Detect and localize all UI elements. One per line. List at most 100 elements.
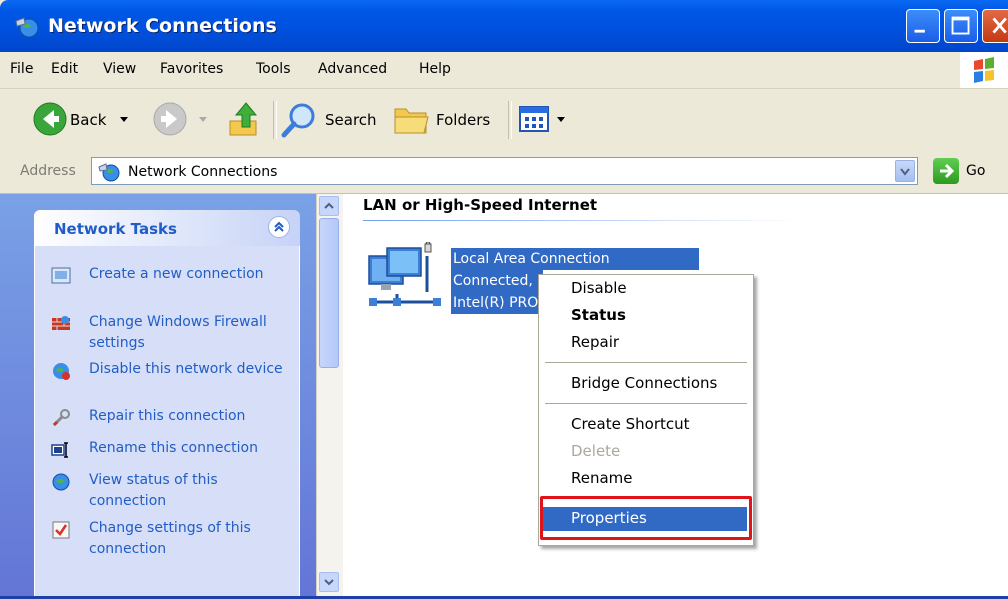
network-tasks-header[interactable]: Network Tasks [34,210,300,246]
maximize-icon [951,16,970,35]
menu-create-shortcut[interactable]: Create Shortcut [543,413,747,437]
group-title: LAN or High-Speed Internet [363,196,598,214]
group-divider [363,220,803,221]
toolbar-separator [508,101,512,139]
menu-status[interactable]: Status [543,304,747,328]
menu-delete[interactable]: Delete [543,440,747,464]
views-icon [519,106,549,132]
menu-help[interactable]: Help [419,61,451,77]
connection-name[interactable]: Local Area Connection [451,248,699,270]
menu-separator [545,362,747,363]
menu-item-label: Rename [571,469,633,487]
go-label[interactable]: Go [966,163,985,179]
scroll-thumb[interactable] [319,218,339,368]
menu-separator [545,403,747,404]
menu-item-label: Repair [571,333,620,351]
toolbar-separator [273,101,277,139]
task-rename-connection[interactable]: Rename this connection [51,438,291,464]
search-button[interactable]: Search [280,89,384,151]
connection-device[interactable]: Intel(R) PRO [451,292,543,314]
standard-toolbar: Back Search Folders [0,89,1008,152]
menu-item-label: Status [571,306,626,324]
address-bar: Address Network Connections Go [0,151,1008,194]
search-icon [281,103,315,138]
menu-file[interactable]: File [10,61,33,77]
address-label: Address [20,163,76,179]
close-button[interactable] [982,9,1008,43]
task-create-connection[interactable]: Create a new connection [51,264,291,308]
task-label: Change Windows Firewall settings [89,314,267,351]
maximize-button[interactable] [944,9,978,43]
menu-advanced[interactable]: Advanced [318,61,387,77]
collapse-button[interactable] [268,216,290,238]
back-label: Back [70,111,107,129]
repair-icon [52,409,70,427]
forward-arrow-icon [153,102,187,136]
scroll-up-button[interactable] [319,196,339,216]
status-icon [52,473,70,491]
chevron-down-icon [900,168,910,176]
properties-highlight-box [540,496,752,540]
window-title: Network Connections [48,15,277,37]
go-button[interactable] [933,158,959,184]
task-disable-device[interactable]: Disable this network device [51,359,291,403]
menu-bridge-connections[interactable]: Bridge Connections [543,372,747,396]
menu-favorites[interactable]: Favorites [160,61,223,77]
tasks-scrollbar[interactable] [316,194,343,599]
menu-item-label: Delete [571,442,621,460]
firewall-icon [52,316,70,330]
task-label: View status of this connection [89,472,218,509]
title-bar[interactable]: Network Connections [0,0,1008,52]
chevron-up-icon [324,202,334,209]
task-firewall-settings[interactable]: Change Windows Firewall settings [51,312,291,356]
rename-icon [51,442,68,458]
menu-repair[interactable]: Repair [543,331,747,355]
task-view-status[interactable]: View status of this connection [51,470,291,514]
tasks-pane: Network Tasks Create a new connection Ch… [0,194,316,599]
windows-flag-logo [960,52,1008,88]
menu-item-label: Disable [571,279,627,297]
menu-item-label: Bridge Connections [571,374,718,392]
network-tasks-list: Create a new connection Change Windows F… [34,246,300,599]
minimize-icon [914,29,925,33]
task-label: Rename this connection [89,440,258,456]
address-field[interactable]: Network Connections [91,157,918,185]
chevron-down-icon [324,579,334,586]
task-label: Disable this network device [89,361,283,377]
menu-rename[interactable]: Rename [543,467,747,491]
views-button[interactable] [518,89,572,151]
folders-label: Folders [436,111,491,129]
task-repair-connection[interactable]: Repair this connection [51,406,291,432]
address-value: Network Connections [128,164,278,180]
folders-button[interactable]: Folders [390,89,502,151]
minimize-button[interactable] [906,9,940,43]
connection-status[interactable]: Connected, [451,270,543,292]
menu-edit[interactable]: Edit [51,61,78,77]
menu-tools[interactable]: Tools [256,61,291,77]
explorer-window: Network Connections File Edit View Favor… [0,0,1008,599]
scroll-down-button[interactable] [319,572,339,592]
chevron-double-up-icon [274,221,284,232]
task-change-settings[interactable]: Change settings of this connection [51,518,291,562]
menu-item-label: Create Shortcut [571,415,690,433]
back-button[interactable]: Back [8,89,144,151]
up-folder-button[interactable] [224,89,268,151]
forward-button[interactable] [152,89,214,151]
disable-device-icon [53,363,70,380]
go-arrow-icon [940,163,955,179]
windows-logo-icon [974,57,994,83]
task-label: Change settings of this connection [89,520,251,557]
lan-connection-icon[interactable] [367,242,447,314]
menu-view[interactable]: View [103,61,136,77]
back-arrow-icon [33,102,67,136]
chevron-down-icon [199,117,207,122]
address-dropdown-button[interactable] [895,160,915,182]
folders-icon [394,108,429,134]
network-connections-icon [15,17,39,38]
network-connections-icon [98,163,120,182]
task-label: Create a new connection [89,266,264,282]
chevron-down-icon [120,117,128,122]
folder-up-icon [229,102,258,136]
menu-disable[interactable]: Disable [543,277,747,301]
task-label: Repair this connection [89,408,246,424]
